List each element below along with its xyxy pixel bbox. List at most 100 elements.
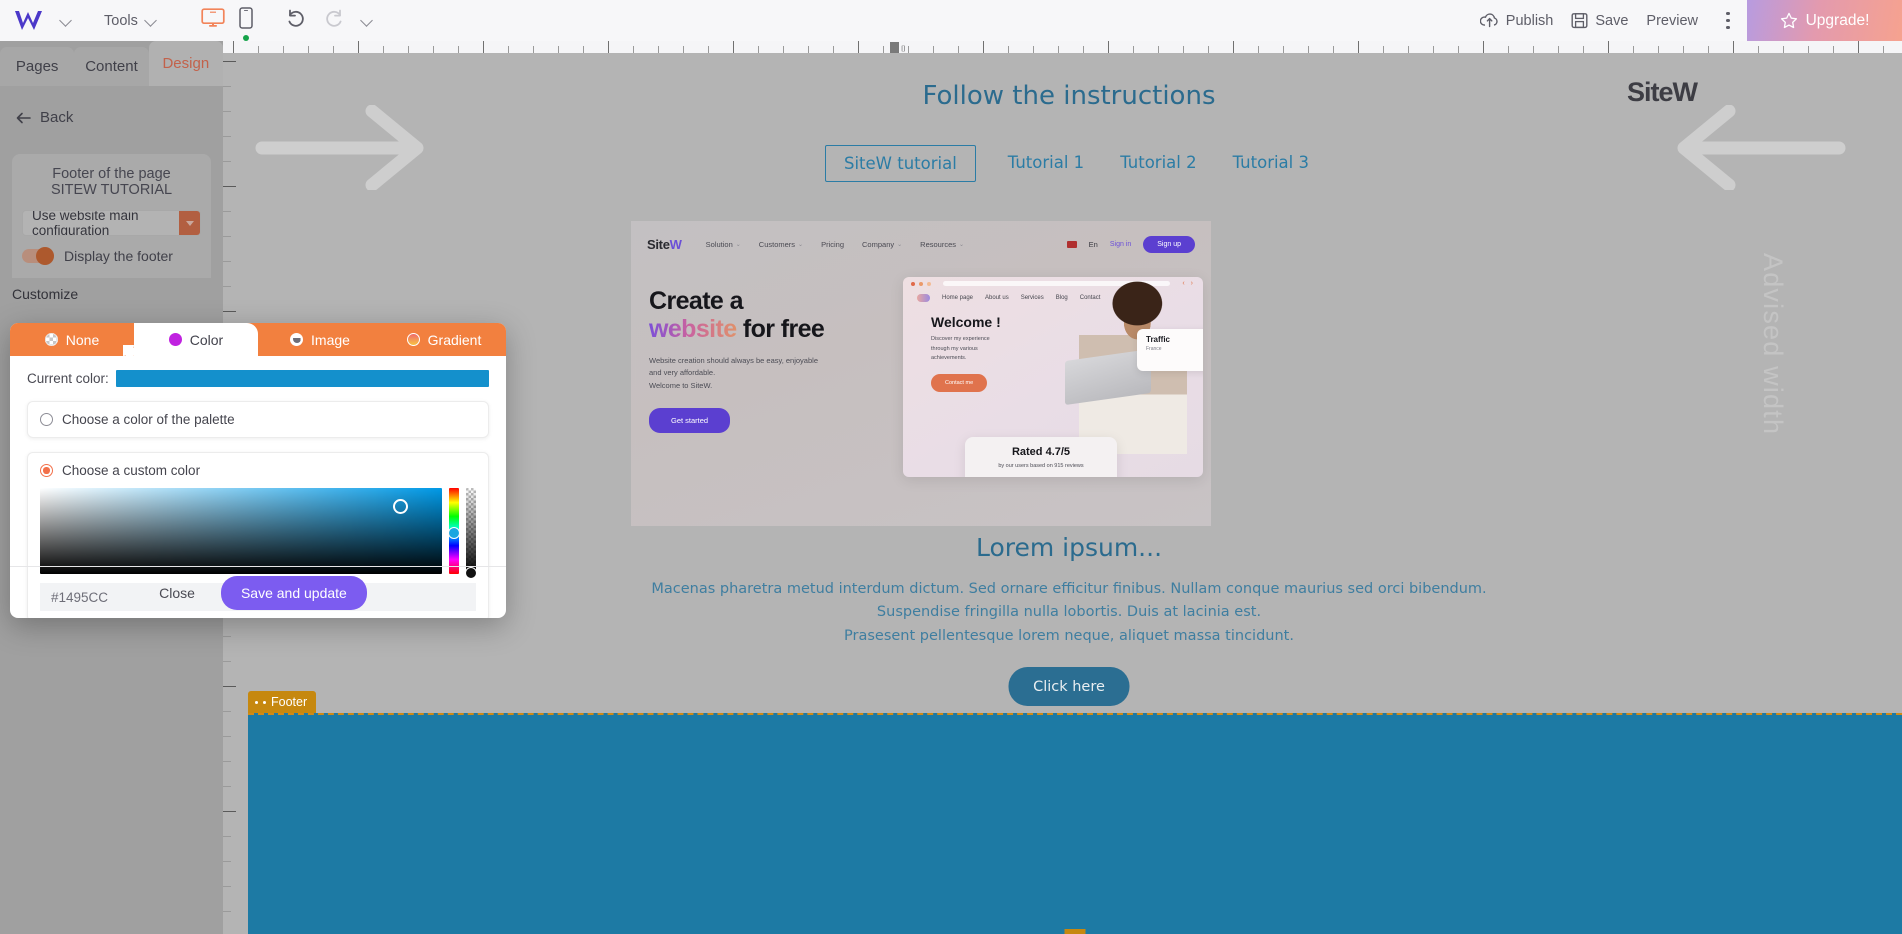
ruler-tick	[223, 836, 231, 837]
more-vertical-icon	[1726, 25, 1730, 30]
mobile-view-button[interactable]	[239, 7, 253, 41]
sidebar-tab-design[interactable]: Design	[148, 41, 223, 86]
ruler-tick	[1208, 46, 1209, 53]
checker-circle-icon	[44, 333, 58, 346]
more-vertical-icon	[1726, 18, 1730, 23]
ruler-tick	[1533, 46, 1534, 53]
mock-inner-nav-item: Home page	[942, 295, 974, 301]
dialog-tab-color-label: Color	[189, 331, 224, 348]
tools-menu[interactable]: Tools	[95, 0, 167, 41]
page-tab-sitew-tutorial[interactable]: SiteW tutorial	[824, 145, 976, 182]
dialog-tab-color[interactable]: Color	[123, 323, 258, 356]
custom-color-radio[interactable]	[40, 464, 53, 477]
dialog-tab-gradient[interactable]: Gradient	[382, 323, 506, 356]
mock-logo-text: Site	[647, 236, 670, 252]
footer-zone[interactable]	[248, 713, 1902, 934]
ruler-tick	[1233, 41, 1234, 53]
save-label: Save	[1595, 12, 1629, 29]
ruler-tick	[223, 761, 231, 762]
sidebar-tab-content[interactable]: Content	[74, 47, 149, 86]
ruler-tick	[458, 46, 459, 53]
window-minimize-dot	[919, 281, 923, 286]
top-right-actions: Publish Save Preview Upgrade!	[1471, 0, 1902, 41]
footer-configuration-select[interactable]: Use website main configuration	[22, 210, 201, 237]
ruler-tick	[683, 46, 684, 53]
chevron-down-icon[interactable]	[60, 14, 73, 27]
ruler-tick	[223, 61, 236, 62]
mock-hero-title: Create a website for free	[649, 287, 899, 343]
ruler-tick	[608, 41, 609, 53]
ruler-tick	[1558, 46, 1559, 53]
page-tab-tutorial-2[interactable]: Tutorial 2	[1102, 145, 1214, 182]
mock-hero-subtitle: Website creation should always be easy, …	[649, 356, 818, 390]
footer-settings-card: Footer of the page SITEW TUTORIAL Use we…	[12, 154, 211, 279]
ruler-tick	[223, 711, 231, 712]
click-here-button[interactable]: Click here	[1008, 667, 1130, 706]
sidebar-tab-pages[interactable]: Pages	[0, 47, 75, 86]
back-button[interactable]: Back	[16, 109, 223, 126]
current-color-swatch[interactable]	[115, 370, 489, 387]
mock-browser-window: ‹ › Home page About us Services Blog Con…	[903, 277, 1203, 477]
ruler-tick	[223, 886, 231, 887]
ruler-tick	[223, 636, 231, 637]
ruler-tick	[1583, 46, 1584, 53]
ruler-tick	[1283, 46, 1284, 53]
publish-button[interactable]: Publish	[1471, 0, 1563, 41]
redo-button[interactable]	[323, 7, 345, 34]
app-logo[interactable]	[14, 9, 44, 33]
drag-handle-icon	[263, 700, 266, 704]
footer-section-tag[interactable]: Footer	[248, 691, 317, 713]
preview-button[interactable]: Preview	[1637, 0, 1707, 41]
display-footer-toggle[interactable]	[22, 247, 54, 266]
saturation-value-area[interactable]	[40, 488, 442, 574]
hue-slider[interactable]	[448, 488, 460, 574]
dialog-tab-image[interactable]: Image	[258, 323, 382, 356]
ruler-tick	[1833, 46, 1834, 53]
mock-inner-logo	[917, 294, 930, 302]
ruler-tick	[223, 861, 231, 862]
chevron-down-icon[interactable]	[361, 14, 374, 27]
desktop-view-button[interactable]	[201, 8, 225, 33]
alpha-slider[interactable]	[465, 488, 477, 579]
save-button[interactable]: Save	[1562, 0, 1637, 41]
close-button[interactable]: Close	[149, 579, 205, 607]
ruler-tick	[223, 186, 236, 187]
preview-label: Preview	[1646, 12, 1698, 29]
upgrade-label: Upgrade!	[1805, 11, 1870, 29]
chevron-down-icon: ⌄	[798, 241, 804, 248]
ruler-width-handle[interactable]	[890, 42, 899, 53]
upgrade-button[interactable]: Upgrade!	[1747, 0, 1902, 41]
more-options-button[interactable]	[1711, 0, 1745, 41]
mock-nav-items: Solution ⌄ Customers ⌄ Pricing Company ⌄ Re…	[706, 240, 964, 249]
undo-button[interactable]	[285, 7, 307, 34]
window-close-dot	[911, 281, 915, 286]
footer-card-title-line1: Footer of the page	[52, 166, 171, 182]
ruler-tick	[958, 46, 959, 53]
chevron-down-icon	[179, 211, 200, 236]
dialog-tab-none[interactable]: None	[10, 323, 134, 356]
ruler-tick	[223, 161, 231, 162]
desktop-monitor-icon	[201, 8, 225, 27]
saturation-value-handle[interactable]	[393, 499, 408, 514]
horizontal-ruler[interactable]: ⌷	[223, 41, 1902, 53]
palette-option-label: Choose a color of the palette	[62, 412, 235, 427]
ruler-tick	[508, 46, 509, 53]
ruler-tick	[408, 46, 409, 53]
chevron-down-icon: ⌄	[897, 241, 903, 248]
mock-nav-item: Resources ⌄	[920, 239, 965, 249]
save-and-update-button[interactable]: Save and update	[220, 575, 367, 610]
page-tab-tutorial-1[interactable]: Tutorial 1	[990, 145, 1102, 182]
sidebar-tabs: Pages Content Design	[0, 41, 223, 86]
footer-scroll-up-button[interactable]	[1064, 929, 1086, 934]
page-tab-tutorial-3[interactable]: Tutorial 3	[1215, 145, 1327, 182]
chevron-down-icon	[145, 14, 158, 27]
palette-option-box[interactable]: Choose a color of the palette	[27, 401, 489, 438]
ruler-tick	[708, 46, 709, 53]
ruler-tick	[223, 811, 236, 812]
ruler-tick	[258, 46, 259, 53]
mock-hero-cta-button: Get started	[649, 408, 731, 434]
palette-radio[interactable]	[40, 413, 53, 426]
page-brand-logo: SiteW	[1627, 77, 1698, 108]
ruler-tick	[1708, 46, 1709, 53]
hue-slider-handle[interactable]	[448, 526, 460, 539]
